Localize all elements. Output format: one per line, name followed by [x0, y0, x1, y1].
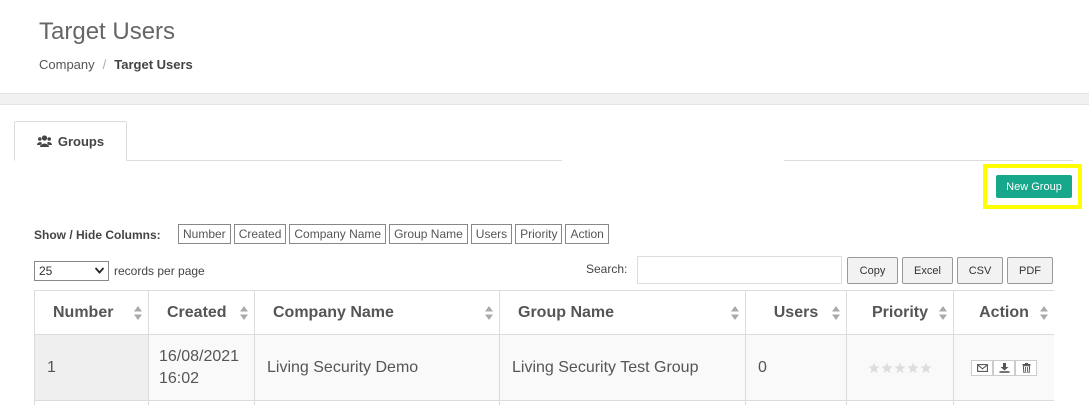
records-per-page-value: 25	[39, 264, 53, 278]
row-actions	[966, 359, 1042, 376]
download-icon	[999, 362, 1009, 373]
tab-underline	[127, 160, 562, 161]
column-toggle-users[interactable]: Users	[470, 224, 513, 244]
column-header-group-name[interactable]: Group Name	[499, 290, 746, 335]
groups-table: Number Created Company Name Group Name U…	[34, 290, 1054, 405]
download-group-button[interactable]	[993, 359, 1015, 376]
cell-group-name: Living Security Test Group	[499, 334, 746, 401]
sort-icon	[485, 306, 493, 320]
column-header-users[interactable]: Users	[745, 290, 847, 335]
sort-icon	[240, 306, 248, 320]
search-label: Search:	[586, 262, 628, 276]
breadcrumb: Company / Target Users	[39, 57, 193, 72]
star-icon[interactable]	[881, 362, 893, 374]
sort-icon	[939, 306, 947, 320]
breadcrumb-current: Target Users	[114, 57, 193, 72]
star-icon[interactable]	[868, 362, 880, 374]
users-icon	[36, 135, 52, 147]
column-header-priority[interactable]: Priority	[846, 290, 954, 335]
cell-action	[953, 334, 1054, 401]
column-header-number[interactable]: Number	[34, 290, 149, 335]
column-header-company-name[interactable]: Company Name	[254, 290, 500, 335]
page-header: Target Users Company / Target Users	[0, 0, 1089, 94]
star-icon[interactable]	[920, 362, 932, 374]
created-date: 16/08/2021	[159, 347, 240, 365]
show-hide-columns-label: Show / Hide Columns:	[34, 228, 161, 242]
sort-icon	[832, 306, 840, 320]
column-toggle-created[interactable]: Created	[233, 224, 287, 244]
email-group-button[interactable]	[971, 359, 993, 376]
delete-group-button[interactable]	[1015, 359, 1037, 376]
tab-groups-label: Groups	[57, 133, 105, 149]
priority-rating[interactable]	[859, 362, 941, 374]
excel-button[interactable]: Excel	[902, 257, 953, 284]
tab-groups[interactable]: Groups	[14, 121, 127, 161]
column-header-created[interactable]: Created	[148, 290, 255, 335]
table-header-row: Number Created Company Name Group Name U…	[34, 290, 1054, 335]
column-header-action[interactable]: Action	[953, 290, 1054, 335]
star-icon[interactable]	[894, 362, 906, 374]
column-toggle-group-name[interactable]: Group Name	[389, 224, 468, 244]
trash-icon	[1022, 362, 1030, 373]
sort-icon	[1040, 306, 1048, 320]
breadcrumb-company[interactable]: Company	[39, 57, 95, 72]
cell-company-name: Living Security Demo	[254, 334, 500, 401]
new-group-button[interactable]: New Group	[996, 175, 1072, 198]
table-row	[34, 400, 1054, 405]
column-toggle-action[interactable]: Action	[565, 224, 609, 244]
records-per-page-label: records per page	[114, 264, 205, 278]
cell-created: 16/08/2021 16:02	[148, 334, 255, 401]
chevron-down-icon	[95, 267, 104, 274]
records-per-page-select[interactable]: 25	[34, 261, 109, 281]
column-toggle-number[interactable]: Number	[178, 224, 231, 244]
column-toggle-company-name[interactable]: Company Name	[289, 224, 387, 244]
column-toggle-group: Number Created Company Name Group Name U…	[178, 224, 609, 244]
copy-button[interactable]: Copy	[847, 257, 898, 284]
mail-icon	[976, 363, 988, 372]
search-input[interactable]	[637, 256, 842, 284]
sort-icon	[731, 306, 739, 320]
star-icon[interactable]	[907, 362, 919, 374]
csv-button[interactable]: CSV	[957, 257, 1003, 284]
header-divider	[0, 94, 1089, 105]
pdf-button[interactable]: PDF	[1007, 257, 1053, 284]
cell-number: 1	[34, 334, 149, 401]
breadcrumb-separator: /	[102, 57, 107, 72]
page-title: Target Users	[39, 18, 176, 45]
created-time: 16:02	[159, 369, 200, 387]
sort-icon	[134, 306, 142, 320]
column-toggle-priority[interactable]: Priority	[515, 224, 563, 244]
cell-priority	[846, 334, 954, 401]
cell-users: 0	[745, 334, 847, 401]
table-row: 1 16/08/2021 16:02 Living Security Demo …	[34, 334, 1054, 401]
tab-underline	[784, 160, 1073, 161]
